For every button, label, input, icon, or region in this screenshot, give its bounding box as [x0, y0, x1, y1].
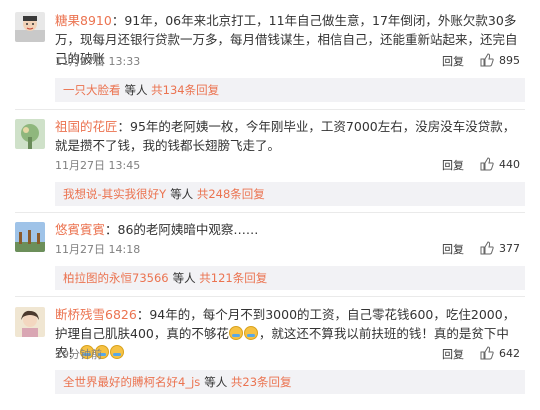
crying-laughing-emoji-icon [243, 326, 258, 340]
crying-laughing-emoji-icon [110, 345, 125, 359]
comment-text: 悠賓賓賓：86的老阿姨暗中观察…… [55, 220, 525, 239]
comment-timestamp: 11月27日 14:18 [55, 243, 141, 256]
sub-reply-user[interactable]: 我想说-其实我很好Y [63, 187, 166, 201]
sub-reply-etc: 等人 [204, 375, 228, 389]
avatar[interactable] [15, 222, 45, 252]
comment-timestamp: 11月27日 13:45 [55, 159, 141, 172]
view-replies-link[interactable]: 共248条回复 [197, 187, 265, 201]
sub-reply-etc: 等人 [124, 83, 148, 97]
sub-replies-box[interactable]: 柏拉图的永恒73566 等人 共121条回复 [55, 266, 525, 290]
view-replies-link[interactable]: 共121条回复 [199, 271, 267, 285]
sub-replies-box[interactable]: 一只大脸看 等人 共134条回复 [55, 78, 525, 102]
username-link[interactable]: 糖果8910 [55, 13, 112, 28]
reply-button[interactable]: 回复 [442, 53, 464, 69]
like-button[interactable]: 440 [480, 157, 520, 171]
username-link[interactable]: 悠賓賓賓 [55, 222, 105, 237]
like-button[interactable]: 377 [480, 241, 520, 255]
comment-timestamp: 29分钟前 [55, 348, 102, 361]
divider [15, 212, 525, 213]
comment-body: ：86的老阿姨暗中观察…… [105, 222, 259, 237]
sub-reply-user[interactable]: 全世界最好的賻柯名好4_js [63, 375, 200, 389]
thumbs-up-icon [480, 241, 494, 255]
reply-button[interactable]: 回复 [442, 346, 464, 362]
reply-button[interactable]: 回复 [442, 157, 464, 173]
avatar[interactable] [15, 119, 45, 149]
sub-reply-user[interactable]: 一只大脸看 [63, 83, 121, 97]
like-count: 377 [499, 242, 520, 255]
thumbs-up-icon [480, 157, 494, 171]
comment-list: 糖果8910：91年，06年来北京打工，11年自己做生意，17年倒闭，外账欠款3… [0, 0, 540, 410]
avatar[interactable] [15, 307, 45, 337]
comment-text: 祖国的花匠：95年的老阿姨一枚，今年刚毕业，工资7000左右，没房没车没贷款，就… [55, 117, 525, 155]
divider [15, 109, 525, 110]
sub-reply-etc: 等人 [172, 271, 196, 285]
thumbs-up-icon [480, 346, 494, 360]
crying-laughing-emoji-icon [228, 326, 243, 340]
like-button[interactable]: 895 [480, 53, 520, 67]
comment-timestamp: 11月27日 13:33 [55, 55, 141, 68]
sub-replies-box[interactable]: 我想说-其实我很好Y 等人 共248条回复 [55, 182, 525, 206]
sub-reply-etc: 等人 [170, 187, 194, 201]
thumbs-up-icon [480, 53, 494, 67]
view-replies-link[interactable]: 共134条回复 [151, 83, 219, 97]
like-button[interactable]: 642 [480, 346, 520, 360]
like-count: 895 [499, 54, 520, 67]
avatar[interactable] [15, 12, 45, 42]
like-count: 642 [499, 347, 520, 360]
sub-replies-box[interactable]: 全世界最好的賻柯名好4_js 等人 共23条回复 [55, 370, 525, 394]
like-count: 440 [499, 158, 520, 171]
comment-body: ：95年的老阿姨一枚，今年刚毕业，工资7000左右，没房没车没贷款，就是攒不了钱… [55, 119, 516, 153]
sub-reply-user[interactable]: 柏拉图的永恒73566 [63, 271, 169, 285]
divider [15, 296, 525, 297]
reply-button[interactable]: 回复 [442, 241, 464, 257]
username-link[interactable]: 断桥残雪6826 [55, 307, 137, 322]
view-replies-link[interactable]: 共23条回复 [231, 375, 292, 389]
username-link[interactable]: 祖国的花匠 [55, 119, 118, 134]
